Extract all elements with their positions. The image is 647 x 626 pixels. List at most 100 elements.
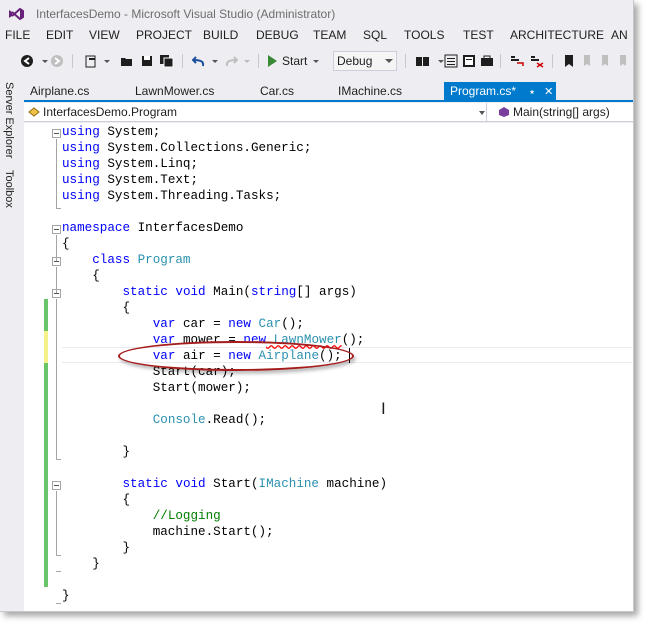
code-token: { <box>62 269 100 283</box>
menu-architecture[interactable]: ARCHITECTURE <box>510 28 604 42</box>
code-line[interactable]: { <box>62 268 100 284</box>
code-line[interactable]: using System.Collections.Generic; <box>62 140 311 156</box>
start-label: Start <box>282 54 308 68</box>
code-line[interactable]: //Logging <box>62 508 221 524</box>
open-file-icon[interactable] <box>118 52 136 70</box>
keyword-token: void <box>167 285 206 299</box>
code-line[interactable]: using System.Linq; <box>62 156 198 172</box>
menu-file[interactable]: FILE <box>5 28 30 42</box>
prev-bookmark-icon[interactable] <box>578 52 596 70</box>
collapse-namespace-icon[interactable] <box>52 225 61 234</box>
menu-view[interactable]: VIEW <box>89 28 120 42</box>
keyword-token: void <box>167 477 206 491</box>
keyword-token: using <box>62 157 108 171</box>
code-line[interactable]: { <box>62 492 130 508</box>
code-line[interactable]: Console.Read(); <box>62 412 266 428</box>
code-token: { <box>62 493 131 507</box>
menu-team[interactable]: TEAM <box>313 28 346 42</box>
navbar-divider <box>486 103 487 122</box>
menu-sql[interactable]: SQL <box>363 28 387 42</box>
save-icon[interactable] <box>138 52 156 70</box>
keyword-token: using <box>62 173 108 187</box>
keyword-token: static <box>122 477 168 491</box>
outline-end <box>56 571 61 572</box>
tab-imachine-cs[interactable]: IMachine.cs <box>332 82 402 101</box>
code-line[interactable]: { <box>62 236 70 252</box>
code-line[interactable]: machine.Start(); <box>62 524 274 540</box>
code-token: { <box>62 237 70 251</box>
code-line[interactable]: using System.Text; <box>62 172 198 188</box>
code-line[interactable]: } <box>62 588 70 604</box>
solution-explorer-icon[interactable] <box>442 52 460 70</box>
menu-test[interactable]: TEST <box>463 28 494 42</box>
toolbar-separator <box>258 54 259 68</box>
type-dropdown[interactable]: InterfacesDemo.Program <box>28 105 177 119</box>
code-token: (); <box>281 317 304 331</box>
code-line[interactable]: using System; <box>62 124 160 140</box>
tab-airplane-cs[interactable]: Airplane.cs <box>24 82 89 101</box>
code-token: } <box>62 557 100 571</box>
code-line[interactable]: static void Start(IMachine machine) <box>62 476 387 492</box>
toolbox-tab[interactable]: Toolbox <box>3 170 15 208</box>
clear-bookmarks-icon[interactable] <box>614 52 632 70</box>
toolbar-separator <box>405 54 406 68</box>
save-all-icon[interactable] <box>158 52 176 70</box>
toolbox-icon[interactable] <box>478 52 496 70</box>
menu-edit[interactable]: EDIT <box>46 28 73 42</box>
chevron-down-icon <box>479 111 485 115</box>
outline-line <box>56 235 57 261</box>
menu-project[interactable]: PROJECT <box>136 28 192 42</box>
uncomment-icon[interactable] <box>528 52 546 70</box>
code-token: System.Text; <box>107 173 199 187</box>
tab-lawnmower-cs[interactable]: LawnMower.cs <box>129 82 214 101</box>
code-line[interactable]: { <box>62 300 130 316</box>
close-icon[interactable]: ✕ <box>544 85 553 98</box>
collapse-usings-icon[interactable] <box>52 129 61 138</box>
code-token: } <box>62 541 131 555</box>
bookmark-icon[interactable] <box>560 52 578 70</box>
pin-icon[interactable]: ⭑ <box>529 87 534 98</box>
find-in-files-icon[interactable] <box>414 52 432 70</box>
code-token: car = <box>175 317 229 331</box>
saved-change-bar <box>44 299 48 331</box>
code-line[interactable]: namespace InterfacesDemo <box>62 220 243 236</box>
code-text-area[interactable]: using System; using System.Collections.Ge… <box>62 123 632 611</box>
code-line[interactable]: } <box>62 444 130 460</box>
member-dropdown[interactable]: Main(string[] args) <box>498 105 610 119</box>
menu-build[interactable]: BUILD <box>203 28 238 42</box>
tab-program-cs[interactable]: Program.cs* ⭑ ✕ <box>444 82 556 101</box>
outline-line <box>56 267 57 293</box>
code-token: System.Collections.Generic; <box>107 141 312 155</box>
menu-debug[interactable]: DEBUG <box>256 28 299 42</box>
comment-icon[interactable] <box>508 52 526 70</box>
code-line[interactable]: using System.Threading.Tasks; <box>62 188 281 204</box>
back-icon[interactable] <box>18 52 36 70</box>
code-token: Start( <box>205 477 259 491</box>
redo-dropdown-icon[interactable] <box>238 52 256 70</box>
code-line[interactable]: Start(mower); <box>62 380 251 396</box>
code-line[interactable]: } <box>62 540 130 556</box>
code-line[interactable]: } <box>62 556 100 572</box>
start-dropdown-icon[interactable] <box>312 57 320 65</box>
code-line[interactable]: class Program <box>62 252 190 268</box>
start-debugging-button[interactable]: Start <box>268 52 320 70</box>
code-token: machine.Start(); <box>62 525 274 539</box>
tab-car-cs[interactable]: Car.cs <box>254 82 294 101</box>
next-bookmark-icon[interactable] <box>596 52 614 70</box>
code-line[interactable]: static void Main(string[] args) <box>62 284 356 300</box>
properties-icon[interactable] <box>460 52 478 70</box>
code-token: machine) <box>319 477 388 491</box>
menu-tools[interactable]: TOOLS <box>404 28 444 42</box>
menu-analyze[interactable]: AN <box>611 28 628 42</box>
outline-line <box>56 139 57 209</box>
add-item-dropdown-icon[interactable] <box>98 52 116 70</box>
forward-icon[interactable] <box>48 52 66 70</box>
code-line[interactable]: var car = new Car(); <box>62 316 304 332</box>
code-editor[interactable]: using System; using System.Collections.Ge… <box>24 123 633 611</box>
server-explorer-tab[interactable]: Server Explorer <box>3 82 15 158</box>
solution-configuration-select[interactable]: Debug <box>333 51 397 71</box>
outline-end <box>56 603 61 604</box>
code-token: System; <box>107 125 161 139</box>
